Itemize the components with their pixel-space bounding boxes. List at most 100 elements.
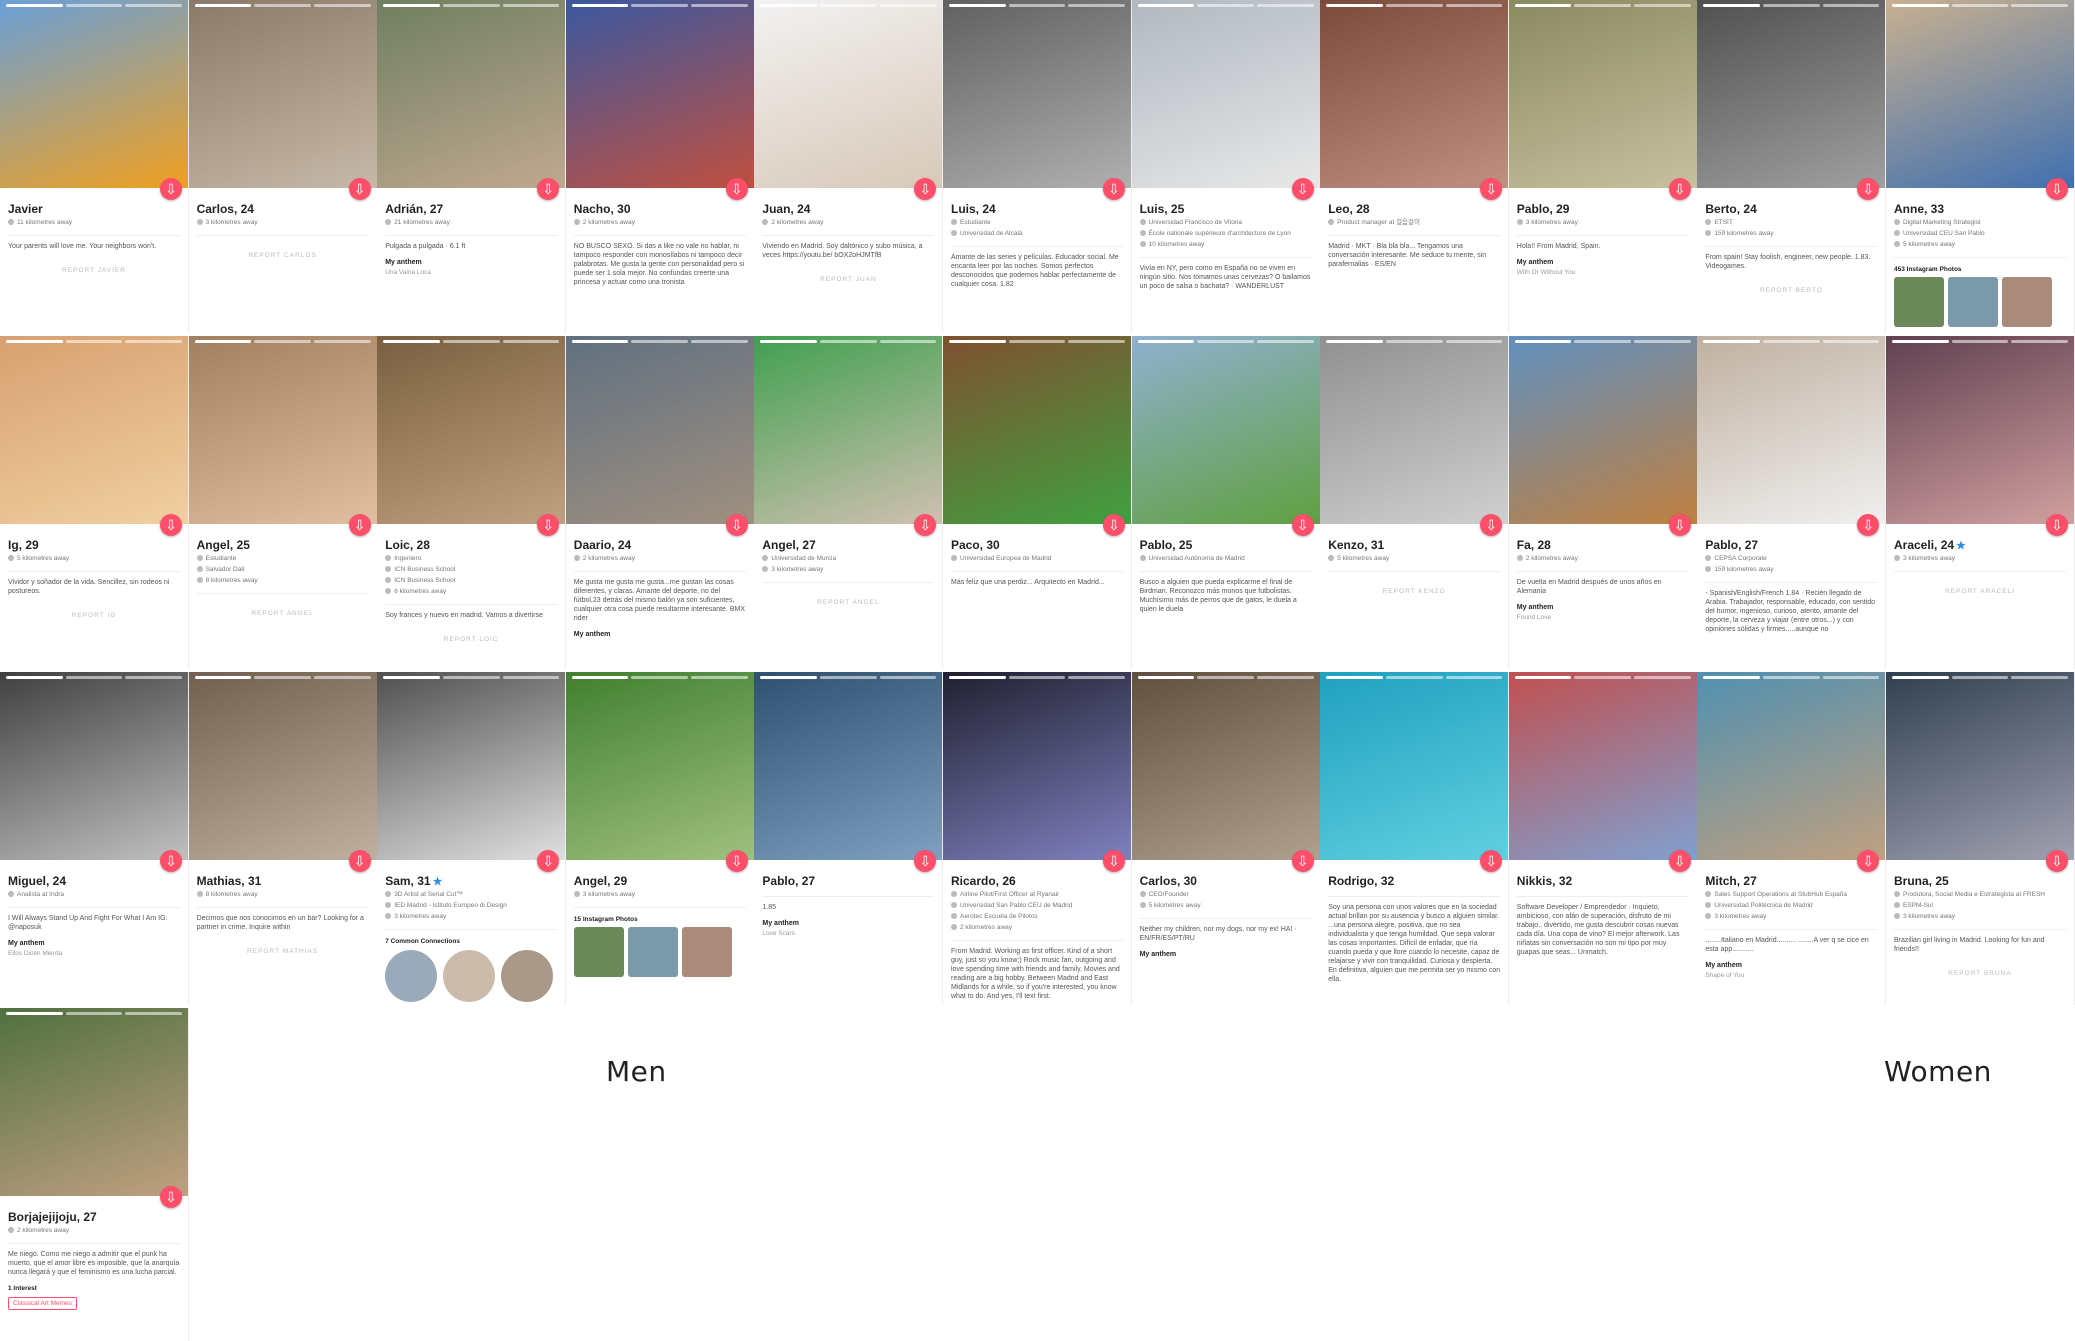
chevron-down-icon[interactable]: ⇩ [160,1186,182,1208]
profile-photo[interactable] [377,672,566,860]
profile-card[interactable]: ⇩ Anne, 33 Digital Marketing Strategist Uni… [1886,0,2075,333]
profile-card[interactable]: ⇩ Berto, 24 ETSIT 159 kilometres away From s… [1697,0,1887,333]
profile-card[interactable]: ⇩ Kenzo, 31 5 kilometres away REPORT KENZO [1320,336,1510,669]
profile-card[interactable]: ⇩ Bruna, 25 Produtora, Social Media e Estr… [1886,672,2075,1005]
profile-photo[interactable] [377,336,566,524]
report-link[interactable]: REPORT JUAN [762,276,934,283]
profile-photo[interactable] [188,0,377,188]
profile-photo[interactable] [1508,0,1697,188]
anthem-song[interactable]: Found Love [1517,614,1689,621]
profile-card[interactable]: ⇩ Angel, 25 Estudiante Salvador Dalí 8 kilom… [188,336,378,669]
chevron-down-icon[interactable]: ⇩ [1668,178,1691,200]
chevron-down-icon[interactable]: ⇩ [1103,178,1125,200]
profile-card[interactable]: ⇩ Pablo, 25 Universidad Autónoma de Madrid… [1131,336,1321,669]
profile-photo[interactable] [0,336,188,524]
profile-card[interactable]: ⇩ Ricardo, 26 Airline Pilot/First Officer … [943,672,1132,1005]
profile-photo[interactable] [754,336,943,524]
anthem-song[interactable]: Una Vaina Loca [385,269,557,276]
anthem-song[interactable]: Shape of You [1705,972,1877,979]
profile-photo[interactable] [1508,672,1697,860]
profile-card[interactable]: ⇩ Daario, 24 2 kilometres away Me gusta me … [565,336,755,669]
chevron-down-icon[interactable]: ⇩ [725,514,748,536]
profile-card[interactable]: ⇩ Rodrigo, 32 Soy una persona con unos val… [1320,672,1510,1005]
profile-card[interactable]: ⇩ Fa, 28 2 kilometres away De vuelta en Mad… [1508,336,1698,669]
profile-card[interactable]: ⇩ Javier 11 kilometres away Your parents wi… [0,0,189,333]
profile-photo[interactable] [943,672,1131,860]
chevron-down-icon[interactable]: ⇩ [1103,850,1125,872]
profile-photo[interactable] [188,336,377,524]
profile-photo[interactable] [377,0,566,188]
chevron-down-icon[interactable]: ⇩ [725,850,748,872]
profile-photo[interactable] [1131,0,1320,188]
report-link[interactable]: REPORT LOIC [385,636,557,643]
instagram-thumb[interactable] [1894,277,1944,327]
profile-photo[interactable] [1131,672,1320,860]
chevron-down-icon[interactable]: ⇩ [348,514,371,536]
report-link[interactable]: REPORT ANGEL [762,599,934,606]
profile-photo[interactable] [943,336,1131,524]
profile-card[interactable]: ⇩ Loic, 28 Ingeniero ICN Business School ICN… [377,336,567,669]
profile-photo[interactable] [754,0,943,188]
profile-photo[interactable] [943,0,1131,188]
profile-photo[interactable] [1320,672,1509,860]
chevron-down-icon[interactable]: ⇩ [2046,850,2068,872]
chevron-down-icon[interactable]: ⇩ [1103,514,1125,536]
profile-card[interactable]: ⇩ Luis, 24 Estudiante Universidad de Alcalá… [943,0,1132,333]
connection-avatar[interactable] [443,950,496,1002]
profile-photo[interactable] [1886,0,2074,188]
profile-photo[interactable] [1886,672,2074,860]
chevron-down-icon[interactable]: ⇩ [1291,514,1314,536]
anthem-song[interactable]: Ellos Dicen Mierda [8,950,180,957]
report-link[interactable]: REPORT IG [8,612,180,619]
instagram-thumb[interactable] [627,927,678,977]
profile-card[interactable]: ⇩ Nikkis, 32 Software Developer / Emprende… [1508,672,1698,1005]
profile-card[interactable]: ⇩ Angel, 27 Universidad de Murcia 3 kilomet… [754,336,944,669]
report-link[interactable]: REPORT JAVIER [8,267,180,274]
profile-card[interactable]: ⇩ Pablo, 27 1.85 My anthem Love Scars [754,672,944,1005]
profile-photo[interactable] [565,336,754,524]
chevron-down-icon[interactable]: ⇩ [1668,514,1691,536]
profile-card[interactable]: ⇩ Sam, 31 ★ 3D Artist at Serial Cut™ IED Mad… [377,672,567,1005]
profile-card[interactable]: ⇩ Borjajejijoju, 27 2 kilometres away Me ni… [0,1008,189,1341]
profile-photo[interactable] [754,672,943,860]
chevron-down-icon[interactable]: ⇩ [1291,178,1314,200]
connection-avatar[interactable] [501,950,554,1002]
chevron-down-icon[interactable]: ⇩ [1668,850,1691,872]
profile-photo[interactable] [1508,336,1697,524]
profile-photo[interactable] [1320,336,1509,524]
profile-photo[interactable] [0,0,188,188]
chevron-down-icon[interactable]: ⇩ [1291,850,1314,872]
chevron-down-icon[interactable]: ⇩ [160,178,182,200]
profile-photo[interactable] [1697,0,1886,188]
report-link[interactable]: REPORT BRUNA [1894,970,2066,977]
anthem-song[interactable]: Love Scars [762,930,934,937]
profile-card[interactable]: ⇩ Adrián, 27 21 kilometres away Pulgada a p… [377,0,567,333]
profile-photo[interactable] [1320,0,1509,188]
profile-photo[interactable] [1131,336,1320,524]
profile-card[interactable]: ⇩ Leo, 28 Product manager at 걸음걸이 Madrid · … [1320,0,1510,333]
profile-card[interactable]: ⇩ Nacho, 30 2 kilometres away NO BUSCO SEXO… [565,0,755,333]
instagram-thumb[interactable] [1948,277,1998,327]
profile-photo[interactable] [188,672,377,860]
report-link[interactable]: REPORT KENZO [1328,588,1500,595]
profile-photo[interactable] [0,672,188,860]
profile-card[interactable]: ⇩ Mathias, 31 8 kilometres away Decimos que… [188,672,378,1005]
profile-photo[interactable] [565,672,754,860]
profile-card[interactable]: ⇩ Pablo, 27 CEPSA Corporate 159 kilometres … [1697,336,1887,669]
instagram-thumb[interactable] [681,927,732,977]
profile-card[interactable]: ⇩ Carlos, 24 3 kilometres away REPORT CARLO… [188,0,378,333]
interest-tag[interactable]: Classical Art Memes [8,1297,77,1310]
profile-photo[interactable] [565,0,754,188]
report-link[interactable]: REPORT ANGEL [197,610,369,617]
profile-card[interactable]: ⇩ Paco, 30 Universidad Europea de Madrid Má… [943,336,1132,669]
chevron-down-icon[interactable]: ⇩ [725,178,748,200]
chevron-down-icon[interactable]: ⇩ [160,514,182,536]
profile-card[interactable]: ⇩ Angel, 29 3 kilometres away 15 Instagram … [565,672,755,1005]
profile-photo[interactable] [0,1008,188,1196]
profile-card[interactable]: ⇩ Miguel, 24 Analista at Indra I Will Alway… [0,672,189,1005]
chevron-down-icon[interactable]: ⇩ [348,178,371,200]
profile-card[interactable]: ⇩ Carlos, 30 CEO/Founder 5 kilometres away N… [1131,672,1321,1005]
anthem-song[interactable]: With Or Without You [1517,269,1689,276]
profile-photo[interactable] [1697,336,1886,524]
profile-card[interactable]: ⇩ Mitch, 27 Sales Support Operations at St… [1697,672,1887,1005]
